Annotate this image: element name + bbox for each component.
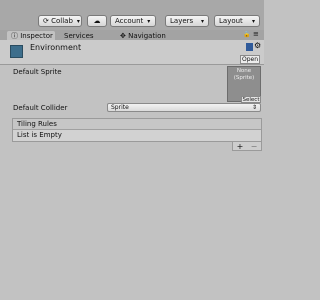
object-name: Environment (30, 43, 82, 52)
info-icon: ⓘ (11, 31, 21, 40)
chevron-down-icon: ▾ (200, 17, 204, 25)
account-button[interactable]: Account ▾ (110, 15, 156, 27)
tile-asset-icon (10, 45, 23, 58)
layout-dropdown[interactable]: Layout ▾ (214, 15, 260, 27)
default-collider-label: Default Collider (13, 104, 68, 112)
help-book-icon[interactable] (246, 43, 253, 51)
list-footer: + − (232, 142, 262, 151)
add-icon[interactable]: + (237, 142, 244, 151)
open-button[interactable]: Open (240, 55, 260, 64)
lock-icon[interactable]: 🔒 (243, 31, 250, 38)
remove-icon[interactable]: − (251, 142, 258, 151)
layout-label: Layout (219, 17, 243, 25)
tab-bar: ⓘ Inspector Services ✥ Navigation 🔒 ≡ (0, 30, 264, 40)
default-sprite-label: Default Sprite (13, 68, 62, 76)
chevron-down-icon: ▾ (147, 17, 151, 25)
tab-label: Services (64, 31, 94, 40)
tab-label: Navigation (128, 31, 166, 40)
collab-icon: ⟳ (43, 17, 52, 25)
chevron-down-icon: ▾ (76, 17, 80, 25)
cloud-icon: ☁ (93, 17, 101, 25)
tab-navigation[interactable]: ✥ Navigation (116, 31, 166, 40)
tab-inspector[interactable]: ⓘ Inspector (7, 31, 55, 40)
layers-label: Layers (170, 17, 194, 25)
tab-services[interactable]: Services (60, 31, 96, 40)
menu-icon[interactable]: ≡ (253, 30, 259, 38)
layers-dropdown[interactable]: Layers ▾ (165, 15, 209, 27)
select-button[interactable]: Select (241, 96, 261, 103)
gear-icon[interactable]: ⚙ (254, 41, 261, 50)
collab-button[interactable]: ⟳ Collab ▾ (38, 15, 82, 27)
chevron-updown-icon: ⇕ (251, 104, 257, 111)
navigation-icon: ✥ (120, 31, 129, 40)
collab-label: Collab (51, 17, 73, 25)
default-collider-value: Sprite (111, 104, 129, 111)
tab-label: Inspector (20, 31, 53, 40)
list-empty-text: List is Empty (17, 131, 62, 139)
default-collider-dropdown[interactable]: Sprite ⇕ (107, 103, 261, 112)
sprite-preview-text: None (Sprite) (233, 68, 255, 81)
cloud-button[interactable]: ☁ (87, 15, 107, 27)
chevron-down-icon: ▾ (251, 17, 255, 25)
tiling-rules-title: Tiling Rules (17, 120, 57, 128)
toolbar: ⟳ Collab ▾ ☁ Account ▾ Layers ▾ Layout ▾ (0, 0, 264, 30)
account-label: Account (115, 17, 144, 25)
